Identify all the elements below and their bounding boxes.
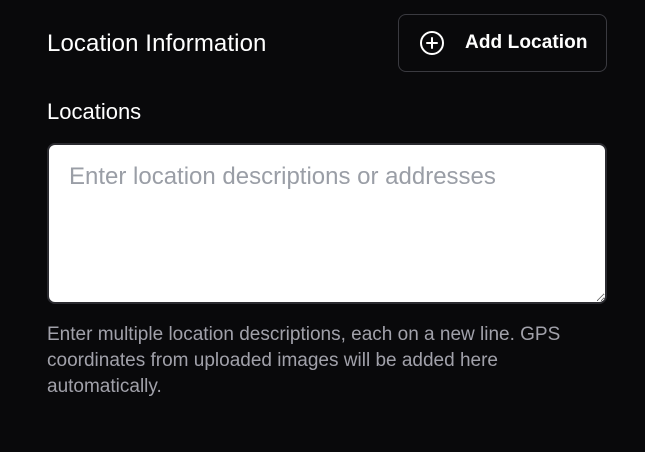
add-location-button[interactable]: Add Location	[398, 14, 607, 72]
plus-circle-icon	[419, 30, 445, 56]
locations-field-wrapper	[47, 143, 607, 304]
section-title: Location Information	[47, 30, 267, 57]
locations-textarea[interactable]	[47, 143, 607, 304]
locations-label: Locations	[47, 99, 142, 124]
location-information-panel: Location Information Add Location Locati…	[0, 0, 645, 452]
add-location-button-label: Add Location	[465, 32, 588, 53]
locations-help-text: Enter multiple location descriptions, ea…	[47, 324, 561, 397]
